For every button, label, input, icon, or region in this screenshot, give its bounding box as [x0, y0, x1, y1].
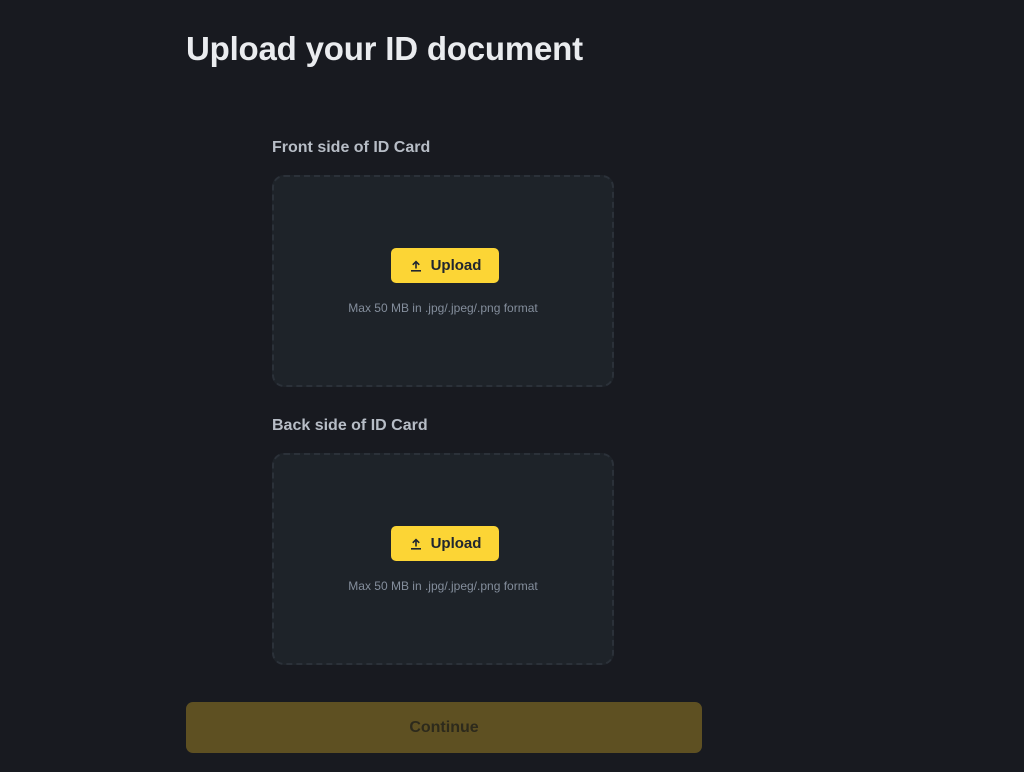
front-format-hint: Max 50 MB in .jpg/.jpeg/.png format	[348, 301, 538, 315]
front-side-dropzone[interactable]: Upload Max 50 MB in .jpg/.jpeg/.png form…	[272, 175, 614, 387]
back-upload-label: Upload	[430, 535, 482, 552]
upload-icon	[409, 259, 423, 273]
front-upload-label: Upload	[430, 257, 482, 274]
continue-button[interactable]: Continue	[186, 702, 702, 753]
front-upload-button[interactable]: Upload	[391, 248, 499, 283]
back-upload-button[interactable]: Upload	[391, 526, 499, 561]
page-title: Upload your ID document	[186, 30, 583, 67]
back-format-hint: Max 50 MB in .jpg/.jpeg/.png format	[348, 579, 538, 593]
back-side-label: Back side of ID Card	[272, 417, 428, 434]
back-side-dropzone[interactable]: Upload Max 50 MB in .jpg/.jpeg/.png form…	[272, 453, 614, 665]
upload-id-page: Upload your ID document Front side of ID…	[0, 0, 1024, 772]
upload-icon	[409, 537, 423, 551]
front-side-label: Front side of ID Card	[272, 139, 431, 156]
